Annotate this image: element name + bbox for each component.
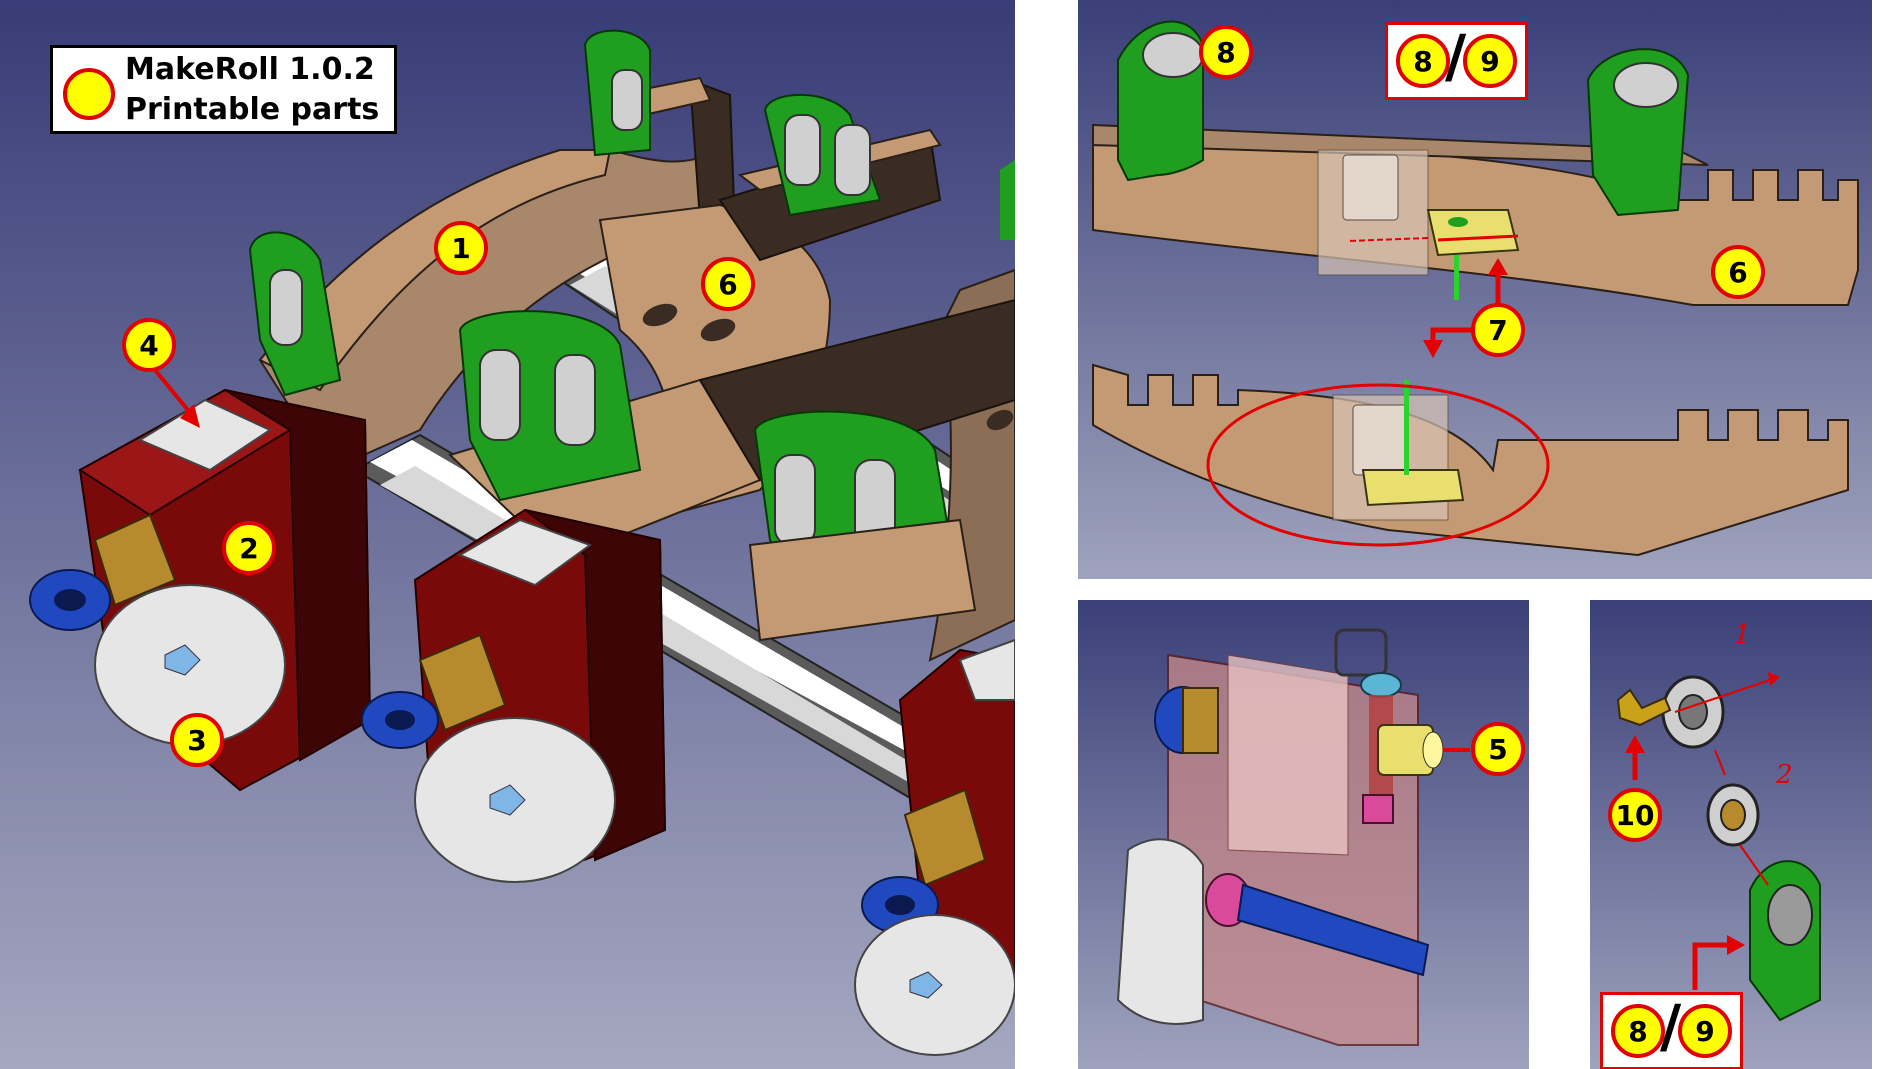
callout-pair-8: 8 (1396, 34, 1450, 88)
callout-4: 4 (122, 318, 176, 372)
callout-pair-9: 9 (1463, 34, 1517, 88)
callout-8: 8 (1199, 25, 1253, 79)
callout-7: 7 (1471, 303, 1525, 357)
callout-pair-9: 9 (1678, 1004, 1732, 1058)
callout-5: 5 (1471, 722, 1525, 776)
assembly-step-2-label: 2 (1776, 760, 1793, 790)
callout-pair-8-9: 8 / 9 (1600, 992, 1743, 1069)
callout-3: 3 (170, 713, 224, 767)
callout-pair-8: 8 (1611, 1004, 1665, 1058)
legend-subtitle: Printable parts (125, 92, 380, 127)
legend-title: MakeRoll 1.0.2 (125, 52, 375, 87)
rail-detail-panel: 8 8 / 9 6 7 (1078, 0, 1872, 579)
legend-box: MakeRoll 1.0.2 Printable parts (50, 45, 397, 134)
extruder-block-render (1078, 600, 1529, 1069)
callout-6: 6 (701, 257, 755, 311)
callout-pair-8-9: 8 / 9 (1385, 22, 1528, 100)
callout-10: 10 (1608, 788, 1662, 842)
main-assembly-panel: MakeRoll 1.0.2 Printable parts 1 2 3 4 6 (0, 0, 1015, 1069)
main-assembly-render (0, 0, 1015, 1069)
callout-6: 6 (1711, 245, 1765, 299)
extruder-block-panel: 5 (1078, 600, 1529, 1069)
legend-marker-icon (63, 68, 115, 120)
callout-1: 1 (434, 221, 488, 275)
roller-assembly-panel: 1 2 10 8 / 9 (1590, 600, 1872, 1069)
callout-2: 2 (222, 521, 276, 575)
assembly-step-1-label: 1 (1734, 620, 1751, 650)
